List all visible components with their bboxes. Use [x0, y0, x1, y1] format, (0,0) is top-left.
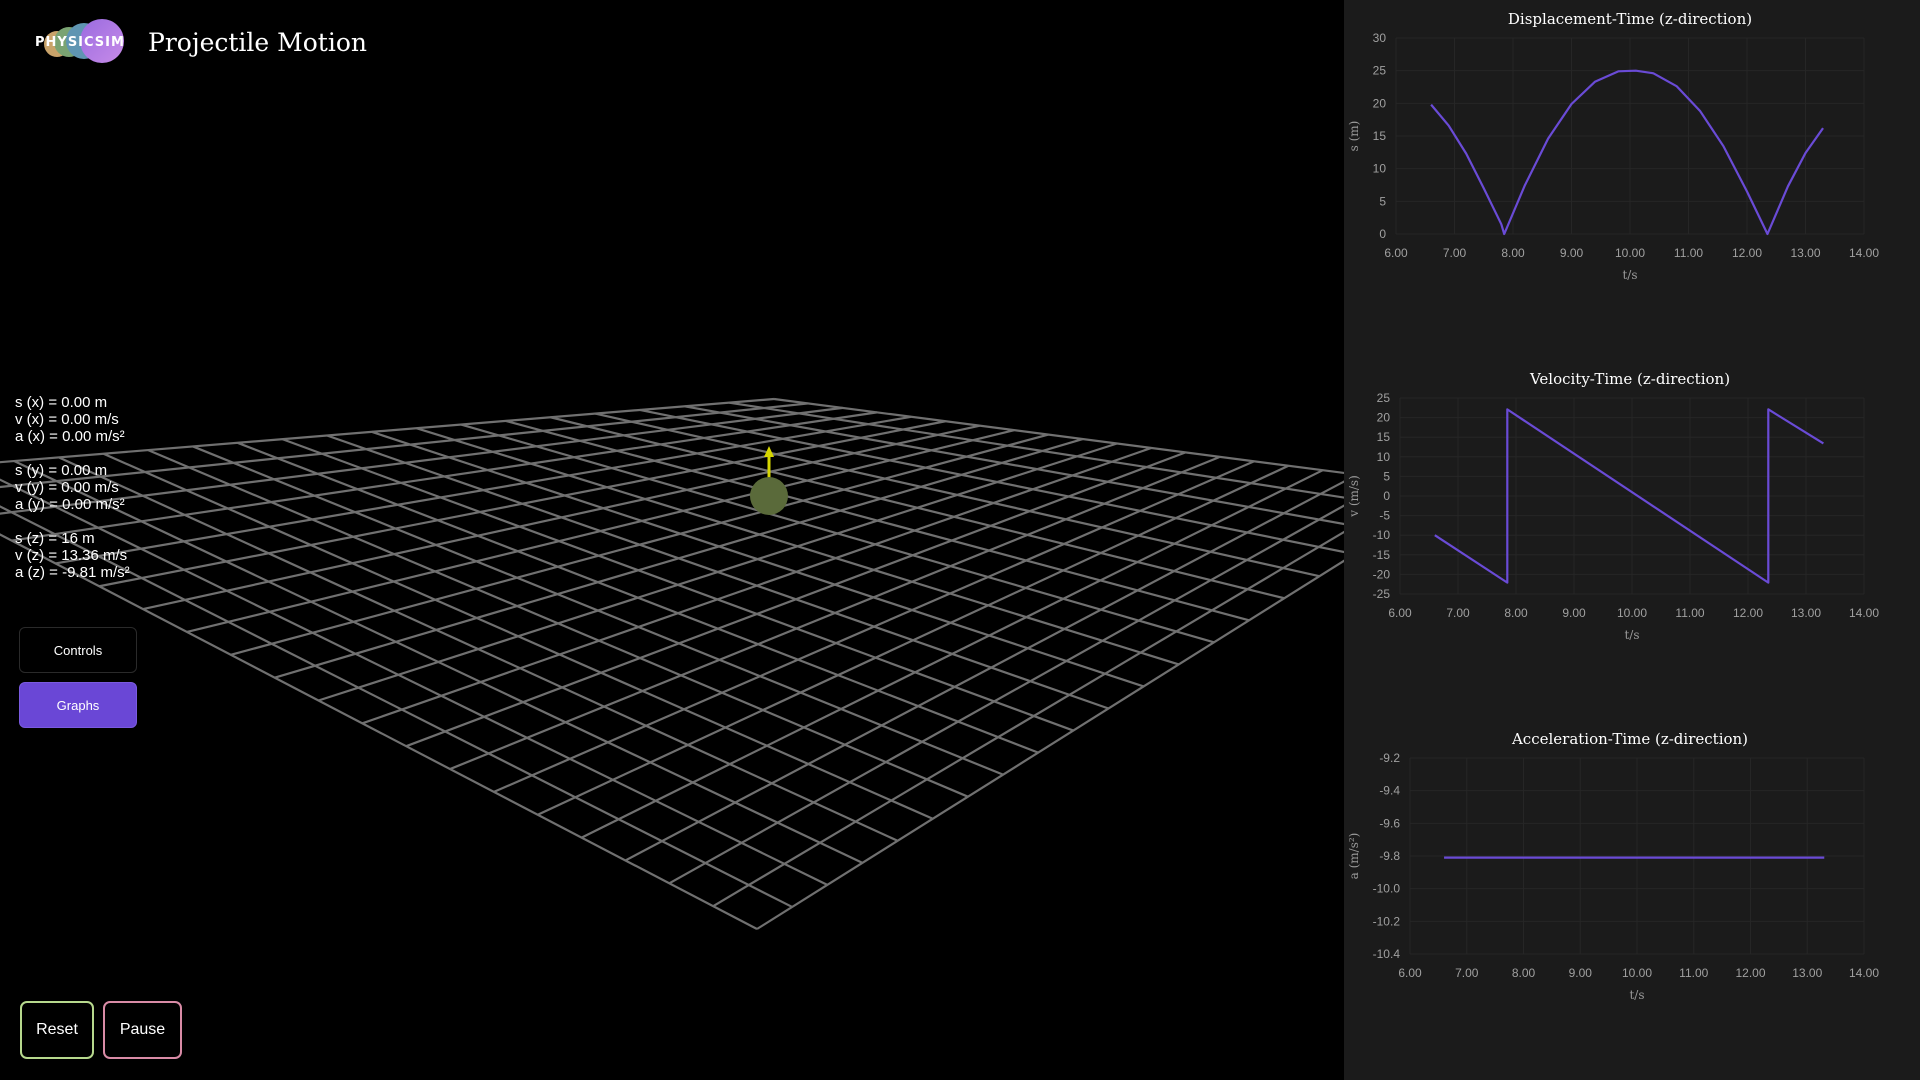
y-tick-label: -10.4: [1373, 947, 1401, 961]
readout-ay: a (y) = 0.00 m/s²: [15, 496, 125, 513]
x-tick-label: 10.00: [1622, 966, 1652, 980]
kinematics-readout: s (x) = 0.00 m v (x) = 0.00 m/s a (x) = …: [15, 394, 130, 598]
graphs-button[interactable]: Graphs: [19, 682, 137, 728]
grid-lines: [0, 397, 1344, 930]
y-tick-label: 25: [1377, 391, 1391, 405]
y-tick-label: 15: [1373, 129, 1387, 143]
y-axis-label: s (m): [1347, 121, 1361, 152]
y-tick-label: 10: [1373, 162, 1387, 176]
reset-button[interactable]: Reset: [20, 1001, 94, 1059]
page-title: Projectile Motion: [148, 28, 367, 57]
readout-x-group: s (x) = 0.00 m v (x) = 0.00 m/s a (x) = …: [15, 394, 130, 445]
y-tick-label: 5: [1383, 469, 1390, 483]
x-tick-label: 7.00: [1443, 246, 1467, 260]
y-tick-label: 5: [1379, 194, 1386, 208]
y-tick-label: -5: [1379, 509, 1390, 523]
x-tick-label: 7.00: [1446, 606, 1470, 620]
logo-text: PHYSICSIM: [35, 35, 125, 50]
x-tick-label: 10.00: [1615, 246, 1645, 260]
x-tick-label: 6.00: [1384, 246, 1408, 260]
readout-ax: a (x) = 0.00 m/s²: [15, 428, 125, 445]
y-tick-label: -9.6: [1379, 816, 1400, 830]
floor-grid: [0, 397, 1344, 930]
y-tick-label: 0: [1383, 489, 1390, 503]
readout-az: a (z) = -9.81 m/s²: [15, 564, 130, 581]
y-tick-label: 20: [1373, 96, 1387, 110]
graphs-panel: Displacement-Time (z-direction) 0 5 10 15 20 2…: [1344, 0, 1920, 1080]
y-tick-label: 25: [1373, 64, 1387, 78]
chart-title: Acceleration-Time (z-direction): [1511, 730, 1748, 748]
y-tick-label: -10.0: [1373, 882, 1401, 896]
x-tick-label: 11.00: [1674, 246, 1703, 260]
y-tick-label: -10.2: [1373, 914, 1401, 928]
x-tick-label: 6.00: [1398, 966, 1422, 980]
x-tick-label: 8.00: [1501, 246, 1525, 260]
y-tick-label: -25: [1373, 587, 1391, 601]
x-tick-label: 12.00: [1735, 966, 1765, 980]
readout-sy: s (y) = 0.00 m: [15, 462, 108, 479]
y-tick-label: -9.8: [1379, 849, 1400, 863]
y-tick-label: -9.2: [1379, 751, 1400, 765]
y-tick-label: 30: [1373, 31, 1387, 45]
y-tick-label: 20: [1377, 411, 1391, 425]
x-tick-label: 14.00: [1849, 246, 1879, 260]
x-tick-label: 6.00: [1388, 606, 1412, 620]
chart-1: Displacement-Time (z-direction) 0 5 10 15 20 2…: [1347, 10, 1879, 282]
y-tick-label: 15: [1377, 430, 1391, 444]
chart-3: Acceleration-Time (z-direction) -10.4 -10.…: [1347, 730, 1879, 1002]
y-tick-label: 0: [1379, 227, 1386, 241]
y-axis-label: v (m/s): [1347, 475, 1361, 518]
grid-line: [729, 401, 1344, 499]
readout-vy: v (y) = 0.00 m/s: [15, 479, 119, 496]
x-tick-label: 13.00: [1792, 966, 1822, 980]
y-tick-label: 10: [1377, 450, 1391, 464]
chart-title: Velocity-Time (z-direction): [1529, 370, 1730, 388]
x-tick-label: 8.00: [1504, 606, 1528, 620]
series-line: [1430, 69, 1824, 236]
chart-2: Velocity-Time (z-direction) -25 -20 -15 -10 -…: [1347, 370, 1879, 642]
x-tick-label: 13.00: [1790, 246, 1820, 260]
y-tick-label: -9.4: [1379, 784, 1400, 798]
readout-vx: v (x) = 0.00 m/s: [15, 411, 119, 428]
pause-button[interactable]: Pause: [103, 1001, 182, 1059]
controls-button[interactable]: Controls: [19, 627, 137, 673]
readout-y-group: s (y) = 0.00 m v (y) = 0.00 m/s a (y) = …: [15, 462, 130, 513]
x-tick-label: 8.00: [1512, 966, 1536, 980]
x-tick-label: 9.00: [1560, 246, 1584, 260]
x-tick-label: 12.00: [1733, 606, 1763, 620]
physicsim-logo: PHYSICSIM: [32, 18, 132, 68]
readout-vz: v (z) = 13.36 m/s: [15, 547, 128, 564]
x-tick-label: 14.00: [1849, 966, 1879, 980]
chart-title: Displacement-Time (z-direction): [1508, 10, 1752, 28]
simulation-viewport[interactable]: PHYSICSIM Projectile Motion s (x) = 0.00…: [0, 0, 1344, 1080]
x-tick-label: 13.00: [1791, 606, 1821, 620]
readout-sz: s (z) = 16 m: [15, 530, 95, 547]
y-tick-label: -20: [1373, 567, 1391, 581]
x-tick-label: 11.00: [1679, 966, 1708, 980]
grid-line: [773, 397, 1344, 475]
x-axis-label: t/s: [1622, 268, 1637, 282]
y-axis-label: a (m/s²): [1347, 833, 1361, 880]
y-tick-label: -10: [1373, 528, 1391, 542]
readout-sx: s (x) = 0.00 m: [15, 394, 108, 411]
x-tick-label: 9.00: [1569, 966, 1593, 980]
x-tick-label: 14.00: [1849, 606, 1879, 620]
x-tick-label: 11.00: [1675, 606, 1704, 620]
x-tick-label: 7.00: [1455, 966, 1479, 980]
projectile-ball: [750, 477, 788, 515]
x-tick-label: 9.00: [1562, 606, 1586, 620]
y-tick-label: -15: [1373, 548, 1391, 562]
readout-z-group: s (z) = 16 m v (z) = 13.36 m/s a (z) = -…: [15, 530, 130, 581]
x-axis-label: t/s: [1624, 628, 1639, 642]
x-tick-label: 10.00: [1617, 606, 1647, 620]
x-tick-label: 12.00: [1732, 246, 1762, 260]
x-axis-label: t/s: [1629, 988, 1644, 1002]
